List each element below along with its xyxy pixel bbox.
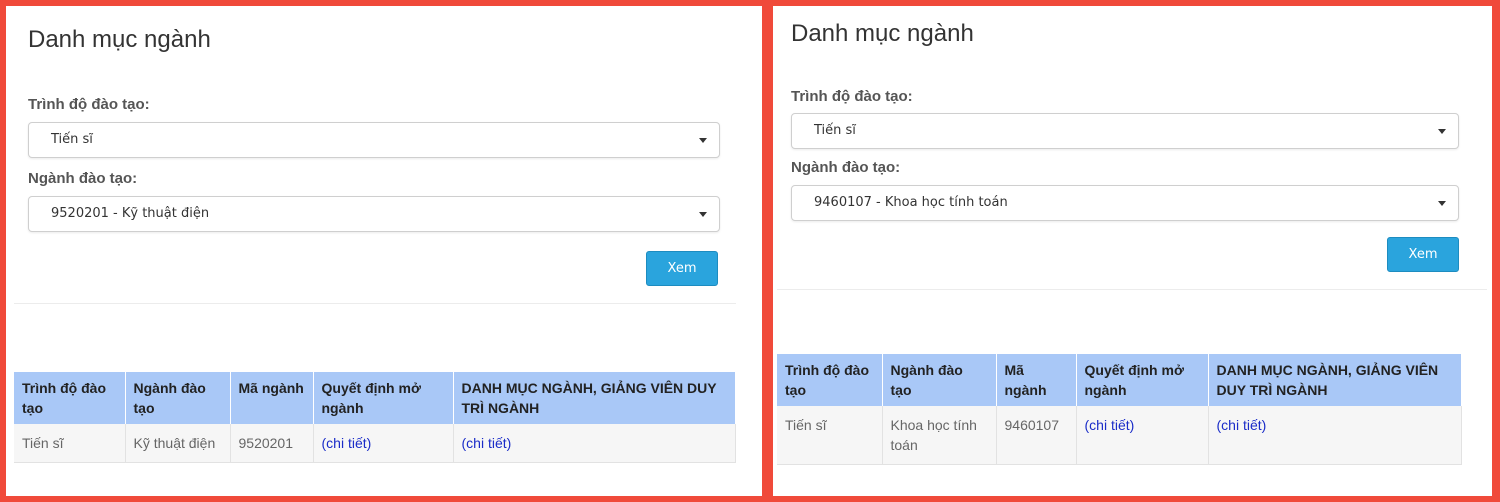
header-catalog: DANH MỤC NGÀNH, GIẢNG VIÊN DUY TRÌ NGÀNH [1208,354,1462,406]
major-select-value: 9520201 - Kỹ thuật điện [51,206,210,221]
decision-detail-link[interactable]: (chi tiết) [313,424,454,463]
cell-major: Kỹ thuật điện [125,424,231,463]
table-header-row: Trình độ đào tạo Ngành đào tạo Mã ngành … [777,354,1462,406]
level-select-value: Tiến sĩ [51,132,93,147]
divider [14,303,736,304]
header-major: Ngành đào tạo [125,372,231,424]
screenshot-frame: Danh mục ngành Trình độ đào tạo: Tiến sĩ… [0,0,1500,502]
cell-major: Khoa học tính toán [882,406,997,465]
page-title: Danh mục ngành [791,20,974,47]
level-label: Trình độ đào tạo: [791,88,913,105]
left-panel: Danh mục ngành Trình độ đào tạo: Tiến sĩ… [6,6,762,496]
header-code: Mã ngành [230,372,314,424]
caret-down-icon [699,212,707,217]
page-title: Danh mục ngành [28,26,211,53]
header-code: Mã ngành [996,354,1077,406]
level-select[interactable]: Tiến sĩ [28,122,720,158]
header-level: Trình độ đào tạo [777,354,883,406]
results-table: Trình độ đào tạo Ngành đào tạo Mã ngành … [14,372,736,463]
caret-down-icon [699,138,707,143]
header-major: Ngành đào tạo [882,354,997,406]
major-select[interactable]: 9460107 - Khoa học tính toán [791,185,1459,221]
major-label: Ngành đào tạo: [791,159,901,176]
table-row: Tiến sĩ Kỹ thuật điện 9520201 (chi tiết)… [14,424,736,463]
header-level: Trình độ đào tạo [14,372,126,424]
major-label: Ngành đào tạo: [28,170,138,187]
right-panel: Danh mục ngành Trình độ đào tạo: Tiến sĩ… [773,6,1492,496]
decision-detail-link[interactable]: (chi tiết) [1076,406,1209,465]
results-table: Trình độ đào tạo Ngành đào tạo Mã ngành … [777,354,1462,465]
cell-code: 9460107 [996,406,1077,465]
cell-code: 9520201 [230,424,314,463]
major-select-value: 9460107 - Khoa học tính toán [814,195,1008,210]
level-label: Trình độ đào tạo: [28,96,150,113]
cell-level: Tiến sĩ [14,424,126,463]
catalog-detail-link[interactable]: (chi tiết) [453,424,736,463]
level-select-value: Tiến sĩ [814,123,856,138]
divider [777,289,1487,290]
view-button[interactable]: Xem [1387,237,1459,272]
level-select[interactable]: Tiến sĩ [791,113,1459,149]
catalog-detail-link[interactable]: (chi tiết) [1208,406,1462,465]
caret-down-icon [1438,129,1446,134]
header-catalog: DANH MỤC NGÀNH, GIẢNG VIÊN DUY TRÌ NGÀNH [453,372,736,424]
table-row: Tiến sĩ Khoa học tính toán 9460107 (chi … [777,406,1462,465]
major-select[interactable]: 9520201 - Kỹ thuật điện [28,196,720,232]
table-header-row: Trình độ đào tạo Ngành đào tạo Mã ngành … [14,372,736,424]
caret-down-icon [1438,201,1446,206]
cell-level: Tiến sĩ [777,406,883,465]
header-decision: Quyết định mở ngành [1076,354,1209,406]
header-decision: Quyết định mở ngành [313,372,454,424]
view-button[interactable]: Xem [646,251,718,286]
